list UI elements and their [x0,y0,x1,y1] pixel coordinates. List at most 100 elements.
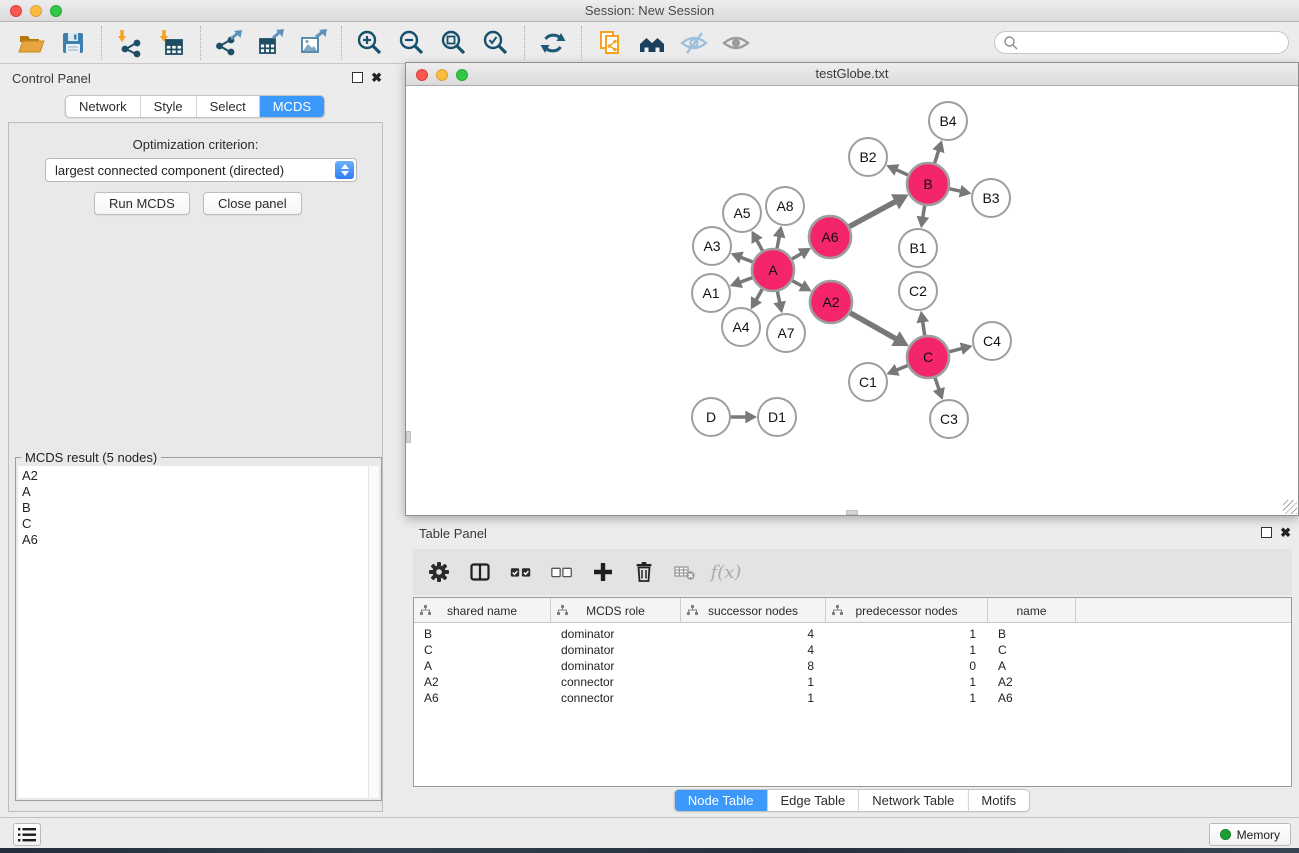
tab-edge-table[interactable]: Edge Table [767,790,859,811]
table-row-C[interactable]: Cdominator41C [414,642,1292,658]
zoom-out-icon[interactable] [395,27,429,59]
tab-network-table[interactable]: Network Table [859,790,968,811]
cell[interactable]: A2 [414,674,551,690]
zoom-selected-icon[interactable] [479,27,513,59]
criterion-dropdown[interactable]: largest connected component (directed) [45,158,357,182]
cell[interactable]: 1 [826,642,988,658]
column-header-predecessor-nodes[interactable]: predecessor nodes [826,598,988,623]
table-row-A6[interactable]: A6connector11A6 [414,690,1292,706]
columns-icon[interactable] [468,560,492,584]
cell[interactable]: A2 [988,674,1076,690]
cell[interactable]: 0 [826,658,988,674]
deselect-all-icon[interactable] [550,560,574,584]
gear-icon[interactable] [427,560,451,584]
add-column-icon[interactable] [591,560,615,584]
edge-A2-C[interactable] [848,312,896,339]
column-header-successor-nodes[interactable]: successor nodes [681,598,826,623]
select-all-icon[interactable] [509,560,533,584]
control-panel-float-button[interactable] [352,72,363,83]
import-table-icon[interactable] [155,27,189,59]
save-session-icon[interactable] [56,27,90,59]
cell[interactable]: A [988,658,1076,674]
cell[interactable]: 1 [826,674,988,690]
cell[interactable]: C [988,642,1076,658]
cell[interactable]: A6 [414,690,551,706]
column-header-MCDS-role[interactable]: MCDS role [551,598,681,623]
cell[interactable]: B [414,626,551,642]
tab-mcds[interactable]: MCDS [260,96,324,117]
cell[interactable]: A [414,658,551,674]
splitter-grip[interactable] [406,431,411,443]
cell[interactable]: 1 [826,626,988,642]
memory-button[interactable]: Memory [1209,823,1291,846]
task-history-button[interactable] [13,823,41,846]
edge-B-B4[interactable] [934,150,939,165]
result-scrollbar[interactable] [368,466,379,798]
delete-column-icon[interactable] [632,560,656,584]
network-window-titlebar[interactable]: testGlobe.txt [406,63,1298,86]
open-session-icon[interactable] [14,27,48,59]
table-row-B[interactable]: Bdominator41B [414,626,1292,642]
cell[interactable]: 1 [826,690,988,706]
tab-motifs[interactable]: Motifs [968,790,1029,811]
column-header-shared-name[interactable]: shared name [414,598,551,623]
first-neighbors-icon[interactable] [635,27,669,59]
cell[interactable]: 4 [681,642,826,658]
table-panel-close-button[interactable]: ✖ [1280,527,1291,538]
mcds-result-item[interactable]: C [22,516,368,532]
mcds-result-item[interactable]: A [22,484,368,500]
export-network-icon[interactable] [212,27,246,59]
show-all-icon[interactable] [719,27,753,59]
table-row-A2[interactable]: A2connector11A2 [414,674,1292,690]
import-network-icon[interactable] [113,27,147,59]
hide-selected-icon[interactable] [677,27,711,59]
mcds-result-item[interactable]: A2 [22,468,368,484]
cell[interactable]: connector [551,674,681,690]
list-icon [18,828,36,842]
new-network-from-selection-icon[interactable] [593,27,627,59]
export-table-icon[interactable] [254,27,288,59]
cell[interactable]: A6 [988,690,1076,706]
cell[interactable]: 8 [681,658,826,674]
toolbar-separator [341,26,342,60]
toolbar-separator [524,26,525,60]
mcds-result-list[interactable]: A2ABCA6 [18,466,368,798]
cell[interactable]: connector [551,690,681,706]
cell[interactable]: C [414,642,551,658]
node-label-C3: C3 [940,411,958,427]
tab-network[interactable]: Network [66,96,141,117]
refresh-view-icon[interactable] [536,27,570,59]
app-titlebar: Session: New Session [0,0,1299,22]
table-header-row: shared nameMCDS rolesuccessor nodesprede… [414,598,1292,623]
tab-node-table[interactable]: Node Table [675,790,768,811]
control-panel-close-button[interactable]: ✖ [371,72,382,83]
table-row-A[interactable]: Adominator80A [414,658,1292,674]
cell[interactable]: dominator [551,626,681,642]
edge-A-A1[interactable] [740,277,755,282]
cell[interactable]: dominator [551,658,681,674]
table-panel-float-button[interactable] [1261,527,1272,538]
zoom-fit-icon[interactable] [437,27,471,59]
cell[interactable]: 1 [681,674,826,690]
splitter-grip[interactable] [846,510,858,515]
cell[interactable]: 4 [681,626,826,642]
zoom-in-icon[interactable] [353,27,387,59]
node-label-D1: D1 [768,409,786,425]
run-mcds-button[interactable]: Run MCDS [94,192,190,215]
edge-C-C2[interactable] [923,321,925,337]
network-canvas[interactable]: AA6A2BCA1A3A4A5A7A8B1B2B3B4C1C2C3C4DD1 [406,86,1298,515]
search-input[interactable] [994,31,1289,54]
edge-A6-B[interactable] [848,201,896,227]
cell[interactable]: dominator [551,642,681,658]
export-image-icon[interactable] [296,27,330,59]
mcds-result-item[interactable]: B [22,500,368,516]
resize-grip-icon[interactable] [1283,500,1297,514]
mcds-result-item[interactable]: A6 [22,532,368,548]
cell[interactable]: 1 [681,690,826,706]
column-header-name[interactable]: name [988,598,1076,623]
tab-select[interactable]: Select [197,96,260,117]
tab-style[interactable]: Style [141,96,197,117]
close-panel-button[interactable]: Close panel [203,192,302,215]
cell[interactable]: B [988,626,1076,642]
dropdown-stepper-icon [335,161,354,179]
